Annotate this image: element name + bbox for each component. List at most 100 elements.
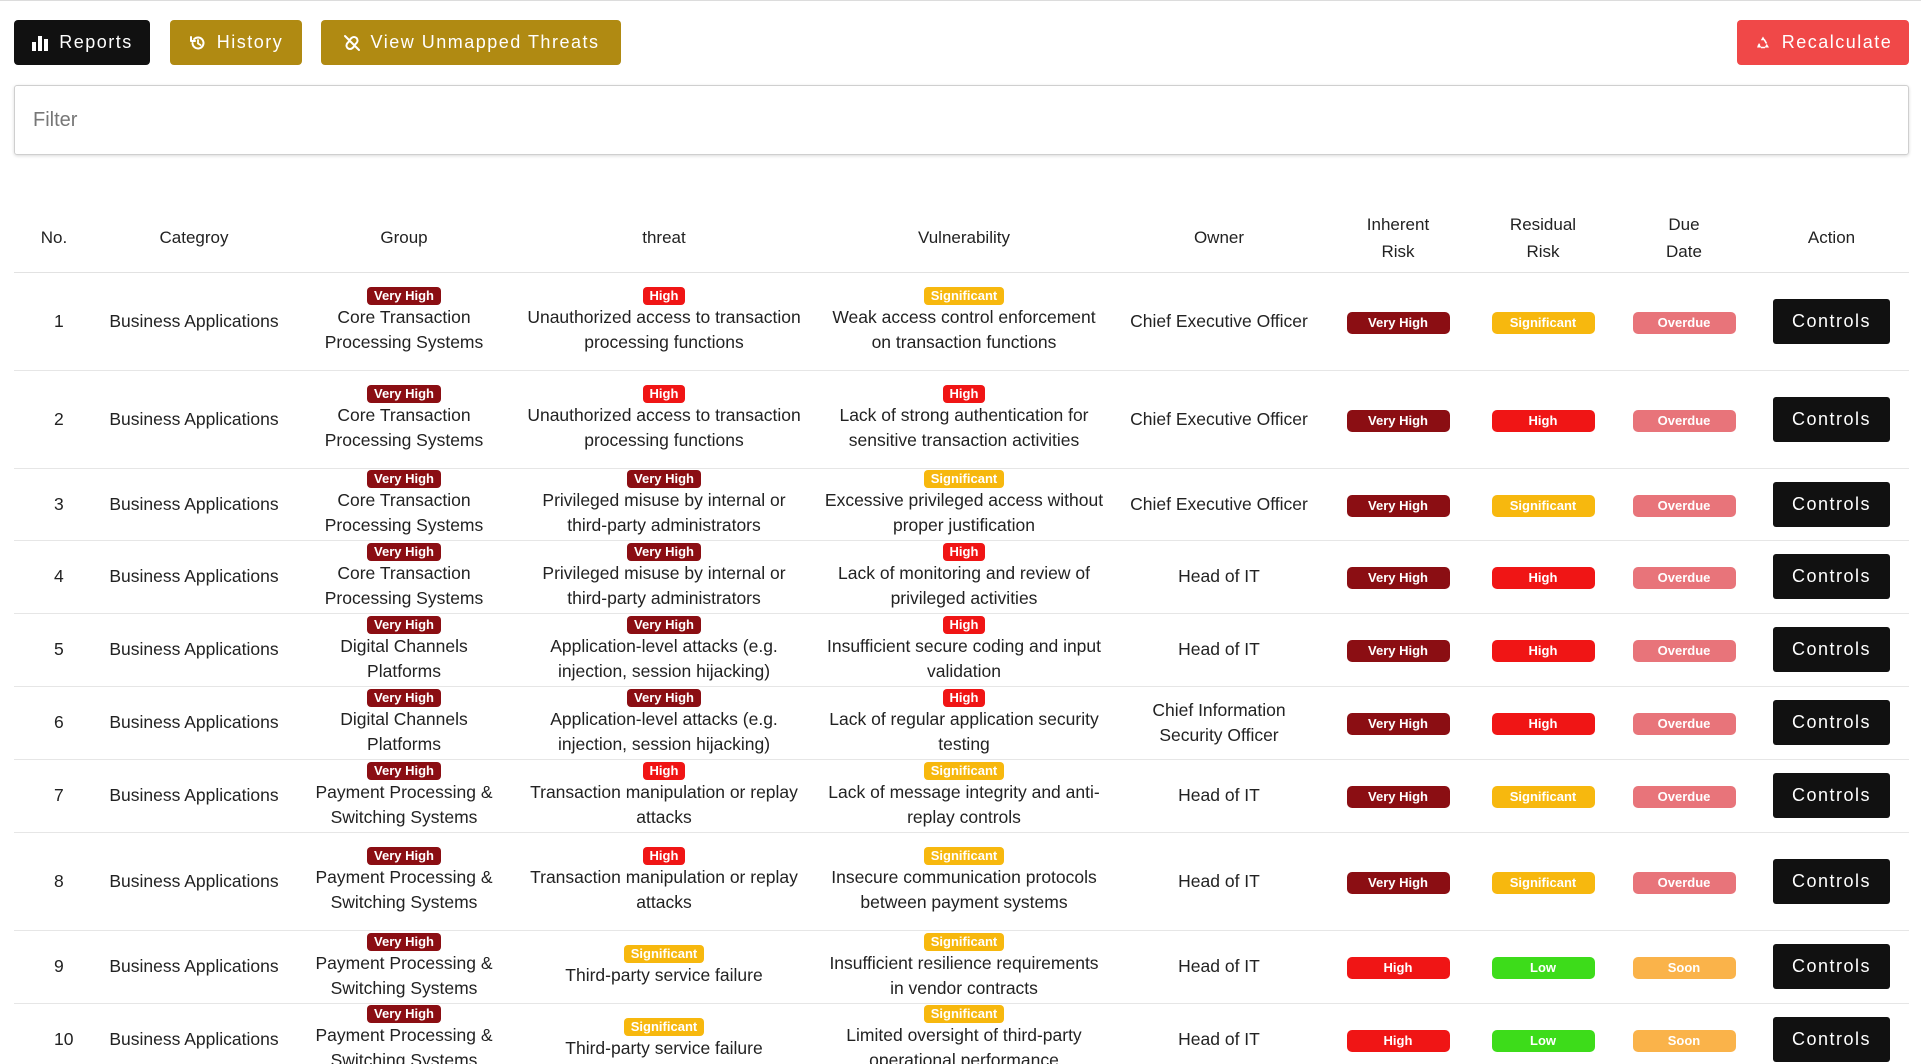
residual-risk-cell: Significant	[1472, 832, 1614, 931]
group-cell: Very High Core Transaction Processing Sys…	[294, 468, 514, 541]
group-text: Digital Channels Platforms	[340, 708, 468, 754]
owner-cell: Head of IT	[1114, 540, 1324, 614]
residual-risk-cell: High	[1472, 370, 1614, 469]
vulnerability-cell: High Insufficient secure coding and input…	[814, 613, 1114, 687]
threat-level-badge: High	[642, 385, 686, 403]
vulnerability-level-badge: Significant	[923, 1005, 1005, 1023]
vulnerability-text: Insufficient resilience requirements in …	[829, 952, 1099, 998]
vulnerability-level-badge: Significant	[923, 761, 1005, 780]
controls-button[interactable]: Controls	[1773, 554, 1890, 599]
group-level-badge: Very High	[367, 385, 441, 403]
vulnerability-cell: Significant Lack of message integrity and…	[814, 759, 1114, 833]
group-level-badge: Very High	[367, 615, 441, 634]
group-text: Payment Processing & Switching Systems	[315, 1025, 493, 1064]
row-number: 6	[14, 686, 94, 760]
group-cell: Very High Core Transaction Processing Sys…	[294, 370, 514, 469]
header-no[interactable]: No.	[14, 204, 94, 273]
row-number: 5	[14, 613, 94, 687]
group-text: Payment Processing & Switching Systems	[315, 781, 493, 827]
category-cell: Business Applications	[94, 468, 294, 541]
view-unmapped-threats-button[interactable]: View Unmapped Threats	[321, 20, 621, 65]
group-text: Core Transaction Processing Systems	[324, 405, 484, 450]
vulnerability-cell: High Lack of strong authentication for se…	[814, 370, 1114, 469]
toolbar: Reports History View Unmapped Threats Re…	[14, 20, 1909, 65]
table-header-row: No. Categroy Group threat Vulnerability …	[14, 204, 1909, 273]
group-cell: Very High Digital Channels Platforms	[294, 686, 514, 760]
group-text: Payment Processing & Switching Systems	[315, 952, 493, 998]
vulnerability-level-badge: High	[942, 688, 986, 707]
action-cell: Controls	[1754, 468, 1909, 541]
header-action: Action	[1754, 204, 1909, 273]
header-due-date[interactable]: Due Date	[1614, 204, 1754, 273]
controls-button[interactable]: Controls	[1773, 700, 1890, 745]
action-cell: Controls	[1754, 540, 1909, 614]
category-cell: Business Applications	[94, 686, 294, 760]
inherent-risk-cell: Very High	[1324, 370, 1472, 469]
vulnerability-text: Lack of monitoring and review of privile…	[838, 562, 1090, 608]
residual-risk-cell: High	[1472, 613, 1614, 687]
threat-cell: Very High Application-level attacks (e.g.…	[514, 613, 814, 687]
group-text: Core Transaction Processing Systems	[324, 307, 484, 352]
table-row: 2 Business Applications Very High Core Tran…	[14, 370, 1909, 469]
reports-label: Reports	[59, 32, 133, 52]
due-status-bar: Overdue	[1632, 871, 1736, 894]
controls-button[interactable]: Controls	[1773, 773, 1890, 818]
header-category[interactable]: Categroy	[94, 204, 294, 273]
table-row: 10 Business Applications Very High Payment …	[14, 1003, 1909, 1064]
inherent-risk-cell: High	[1324, 930, 1472, 1004]
threat-level-badge: High	[642, 761, 686, 780]
history-icon	[189, 35, 205, 49]
action-cell: Controls	[1754, 613, 1909, 687]
due-status-bar: Overdue	[1632, 640, 1736, 662]
due-status-bar: Soon	[1632, 957, 1736, 979]
threat-text: Privileged misuse by internal or third-p…	[542, 562, 786, 608]
owner-cell: Head of IT	[1114, 930, 1324, 1004]
reports-button[interactable]: Reports	[14, 20, 150, 65]
controls-button[interactable]: Controls	[1773, 298, 1890, 344]
residual-risk-cell: High	[1472, 686, 1614, 760]
vulnerability-text: Lack of message integrity and anti-repla…	[828, 781, 1100, 827]
group-text: Payment Processing & Switching Systems	[315, 867, 493, 912]
group-level-badge: Very High	[367, 932, 441, 951]
header-residual-line2: Risk	[1526, 241, 1560, 261]
action-cell: Controls	[1754, 370, 1909, 469]
due-status-bar: Overdue	[1632, 311, 1736, 334]
vulnerability-cell: Significant Insecure communication protoc…	[814, 832, 1114, 931]
threat-text: Transaction manipulation or replay attac…	[530, 781, 798, 827]
controls-button[interactable]: Controls	[1773, 944, 1890, 989]
group-level-badge: Very High	[367, 761, 441, 780]
vulnerability-text: Weak access control enforcement on trans…	[832, 307, 1096, 352]
action-cell: Controls	[1754, 759, 1909, 833]
header-inherent-risk[interactable]: Inherent Risk	[1324, 204, 1472, 273]
header-residual-risk[interactable]: Residual Risk	[1472, 204, 1614, 273]
threat-cell: Significant Third-party service failure	[514, 1003, 814, 1064]
group-cell: Very High Core Transaction Processing Sys…	[294, 272, 514, 371]
controls-button[interactable]: Controls	[1773, 481, 1890, 527]
residual-risk-cell: Low	[1472, 930, 1614, 1004]
vulnerability-text: Lack of strong authentication for sensit…	[839, 405, 1089, 450]
recalculate-button[interactable]: Recalculate	[1737, 20, 1909, 65]
category-cell: Business Applications	[94, 759, 294, 833]
header-vulnerability[interactable]: Vulnerability	[814, 204, 1114, 273]
controls-button[interactable]: Controls	[1773, 627, 1890, 672]
action-cell: Controls	[1754, 686, 1909, 760]
residual-risk-cell: Low	[1472, 1003, 1614, 1064]
controls-button[interactable]: Controls	[1773, 396, 1890, 442]
inherent-risk-bar: Very High	[1346, 640, 1450, 662]
filter-input[interactable]	[15, 86, 1908, 154]
header-owner[interactable]: Owner	[1114, 204, 1324, 273]
due-date-cell: Soon	[1614, 1003, 1754, 1064]
inherent-risk-bar: Very High	[1346, 409, 1450, 432]
threat-level-badge: High	[642, 847, 686, 865]
controls-button[interactable]: Controls	[1773, 1016, 1890, 1062]
history-button[interactable]: History	[170, 20, 302, 65]
controls-button[interactable]: Controls	[1773, 858, 1890, 904]
category-cell: Business Applications	[94, 370, 294, 469]
category-cell: Business Applications	[94, 930, 294, 1004]
group-cell: Very High Core Transaction Processing Sys…	[294, 540, 514, 614]
header-group[interactable]: Group	[294, 204, 514, 273]
header-threat[interactable]: threat	[514, 204, 814, 273]
recalculate-label: Recalculate	[1781, 32, 1893, 52]
inherent-risk-bar: Very High	[1346, 786, 1450, 808]
category-cell: Business Applications	[94, 1003, 294, 1064]
